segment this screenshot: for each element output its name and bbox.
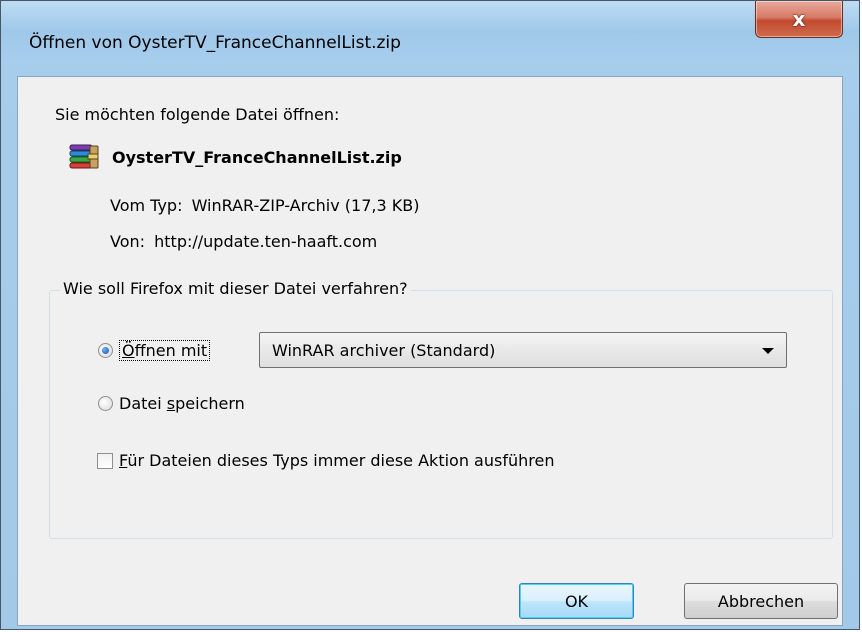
cancel-button[interactable]: Abbrechen [684,583,838,619]
intro-text: Sie möchten folgende Datei öffnen: [55,105,340,124]
winrar-archive-icon [68,143,100,171]
ok-button[interactable]: OK [519,583,634,619]
file-source-label: Von: [110,232,146,251]
always-do-option[interactable]: Für Dateien dieses Typs immer diese Akti… [97,451,554,470]
file-type-value: WinRAR-ZIP-Archiv (17,3 KB) [191,196,420,215]
application-select-value: WinRAR archiver (Standard) [272,341,496,360]
file-source-row: Von: http://update.ten-haaft.com [110,232,377,251]
chevron-down-icon[interactable] [762,348,774,354]
file-type-row: Vom Typ: WinRAR-ZIP-Archiv (17,3 KB) [110,196,419,215]
action-groupbox: Wie soll Firefox mit dieser Datei verfah… [49,279,833,539]
save-file-radio[interactable] [98,396,113,411]
file-type-label: Vom Typ: [110,196,183,215]
close-icon: x [792,7,806,31]
always-do-checkbox[interactable] [97,452,113,469]
file-source-value: http://update.ten-haaft.com [154,232,378,251]
open-with-label[interactable]: Öffnen mit [119,340,211,361]
save-file-option[interactable]: Datei speichern [98,394,245,413]
dialog-body: Sie möchten folgende Datei öffnen: Oyste… [17,76,843,626]
open-with-option[interactable]: Öffnen mit [98,340,211,361]
save-file-label[interactable]: Datei speichern [119,394,245,413]
download-dialog-window: Öffnen von OysterTV_FranceChannelList.zi… [0,0,860,630]
file-name: OysterTV_FranceChannelList.zip [112,147,402,167]
always-do-label[interactable]: Für Dateien dieses Typs immer diese Akti… [119,451,554,470]
open-with-radio[interactable] [98,343,113,358]
close-button[interactable]: x [755,1,843,38]
title-bar[interactable]: Öffnen von OysterTV_FranceChannelList.zi… [1,1,859,76]
window-title: Öffnen von OysterTV_FranceChannelList.zi… [29,33,401,53]
file-row: OysterTV_FranceChannelList.zip [68,143,402,171]
action-group-legend: Wie soll Firefox mit dieser Datei verfah… [60,279,411,298]
application-select[interactable]: WinRAR archiver (Standard) [259,332,787,368]
